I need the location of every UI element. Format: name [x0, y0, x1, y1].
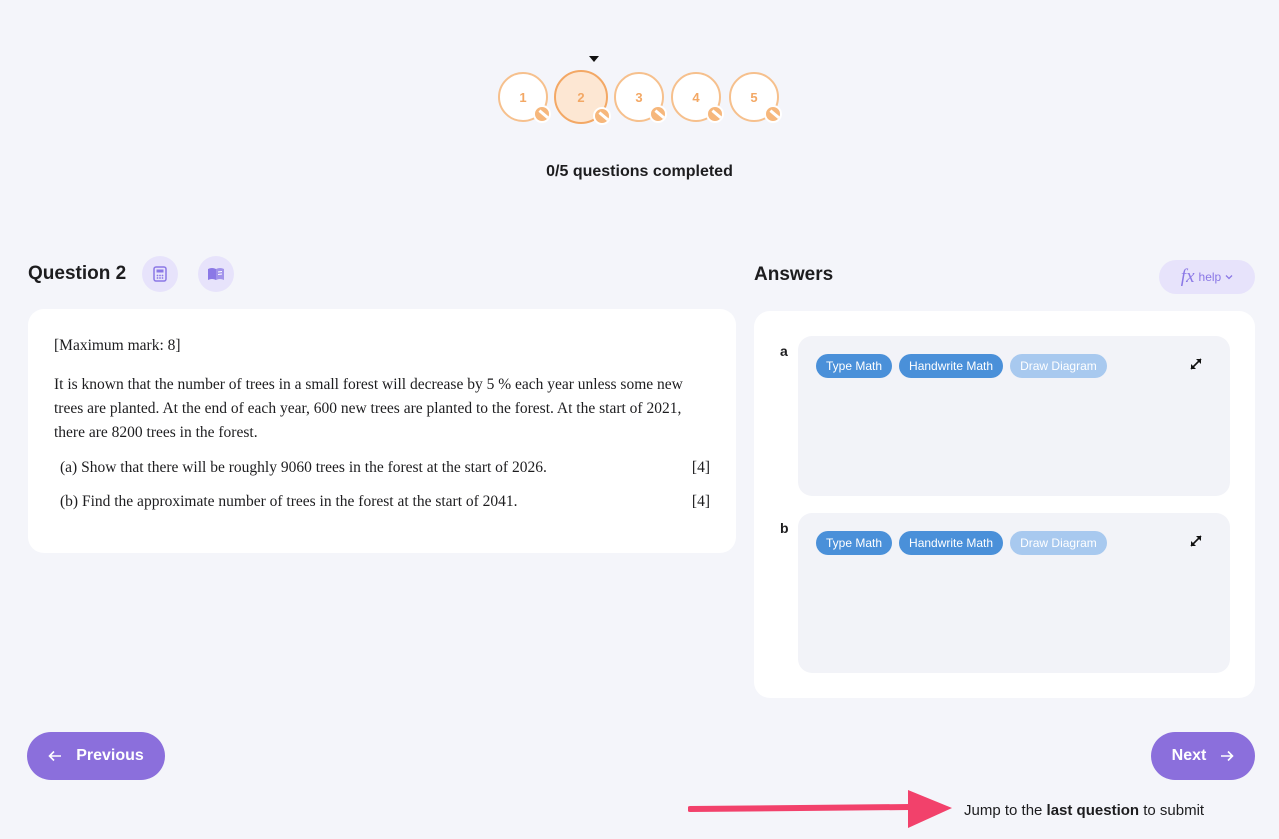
arrow-left-icon — [48, 750, 62, 762]
answer-box-a[interactable]: Type Math Handwrite Math Draw Diagram — [798, 336, 1230, 496]
answer-label-b: b — [780, 520, 789, 536]
question-body: It is known that the number of trees in … — [54, 376, 683, 441]
chevron-down-icon — [1225, 275, 1233, 280]
arrow-right-icon — [1221, 750, 1234, 762]
progress-status: 0/5 questions completed — [546, 163, 733, 180]
handwrite-math-button[interactable]: Handwrite Math — [899, 531, 1004, 555]
type-math-button[interactable]: Type Math — [816, 531, 893, 555]
next-button[interactable]: Next — [1151, 732, 1255, 780]
answers-title: Answers — [754, 264, 834, 285]
expand-icon[interactable] — [1188, 533, 1204, 549]
annotation-arrow-icon — [688, 790, 952, 828]
question-part-b: (b) Find the approximate number of trees… — [54, 493, 710, 511]
answer-label-a: a — [780, 343, 788, 359]
draw-diagram-button[interactable]: Draw Diagram — [1010, 531, 1107, 555]
answer-mode-chips: Type Math Handwrite Math Draw Diagram — [816, 354, 1107, 378]
pencil-icon — [649, 105, 667, 123]
current-step-marker-icon — [589, 56, 599, 62]
question-card: [Maximum mark: 8] It is known that the n… — [28, 309, 736, 553]
step-2[interactable]: 2 — [554, 70, 611, 125]
part-text: (a) Show that there will be roughly 9060… — [60, 459, 547, 476]
formula-book-button[interactable] — [198, 256, 235, 292]
answers-panel: a Type Math Handwrite Math Draw Diagram … — [754, 311, 1255, 698]
step-1[interactable]: 1 — [498, 72, 551, 123]
part-text: (b) Find the approximate number of trees… — [60, 493, 518, 510]
calculator-icon — [153, 266, 167, 282]
next-label: Next — [1171, 747, 1207, 764]
maximum-mark: [Maximum mark: 8] — [54, 337, 181, 354]
calculator-button[interactable] — [142, 256, 179, 292]
step-3[interactable]: 3 — [614, 72, 667, 123]
previous-label: Previous — [76, 747, 144, 764]
question-header: Question 2 — [28, 256, 254, 292]
pencil-icon — [593, 107, 611, 125]
question-stepper: 1 2 3 4 5 — [0, 52, 1279, 132]
expand-icon[interactable] — [1188, 356, 1204, 372]
pencil-icon — [533, 105, 551, 123]
type-math-button[interactable]: Type Math — [816, 354, 893, 378]
submit-hint: Jump to the last question to submit — [964, 802, 1205, 819]
answer-box-b[interactable]: Type Math Handwrite Math Draw Diagram — [798, 513, 1230, 673]
book-icon — [208, 268, 225, 280]
previous-button[interactable]: Previous — [27, 732, 165, 780]
step-4[interactable]: 4 — [671, 72, 724, 123]
handwrite-math-button[interactable]: Handwrite Math — [899, 354, 1004, 378]
part-marks: [4] — [691, 493, 710, 510]
function-icon: fx — [1180, 266, 1195, 287]
math-help-button[interactable]: fx help — [1159, 260, 1255, 294]
question-title: Question 2 — [28, 263, 127, 284]
part-marks: [4] — [691, 459, 710, 476]
help-label: help — [1198, 270, 1222, 284]
pencil-icon — [764, 105, 782, 123]
answer-mode-chips: Type Math Handwrite Math Draw Diagram — [816, 531, 1107, 555]
pencil-icon — [706, 105, 724, 123]
question-part-a: (a) Show that there will be roughly 9060… — [54, 459, 710, 477]
step-5[interactable]: 5 — [729, 72, 782, 123]
draw-diagram-button[interactable]: Draw Diagram — [1010, 354, 1107, 378]
